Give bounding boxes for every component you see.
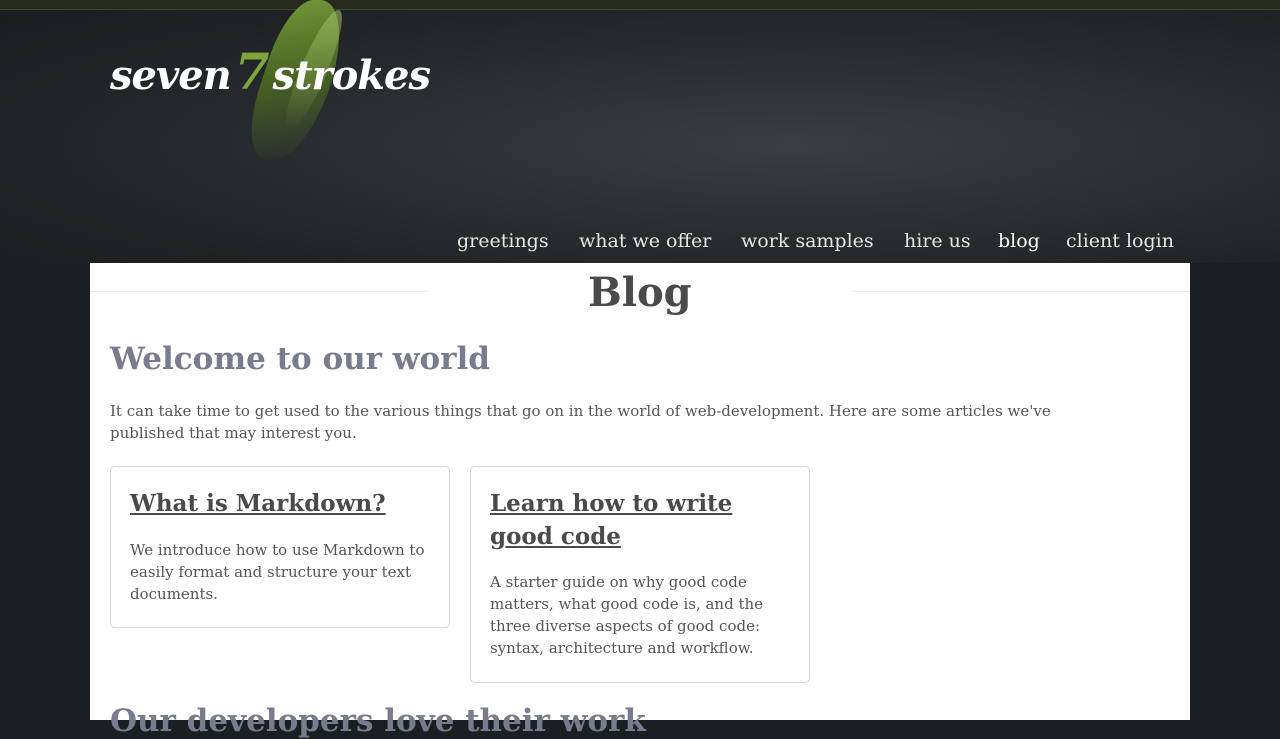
article-title-link[interactable]: What is Markdown? <box>130 487 386 520</box>
page-title: Blog <box>588 269 692 316</box>
nav-item-what-we-offer[interactable]: what we offer <box>579 226 711 256</box>
article-summary: A starter guide on why good code matters… <box>490 573 764 657</box>
logo-word-seven: seven <box>110 52 232 99</box>
title-rule-left <box>90 291 428 292</box>
developers-heading: Our developers love their work <box>110 703 646 739</box>
section-heading: Welcome to our world <box>110 341 490 377</box>
logo-number: 7 <box>234 42 270 101</box>
article-summary: We introduce how to use Markdown to easi… <box>130 541 425 603</box>
site-header: seven 7 strokes greetings what we offer … <box>0 0 1280 263</box>
intro-text: It can take time to get used to the vari… <box>110 402 1051 442</box>
header-banner-area[interactable] <box>372 24 1131 194</box>
nav-item-work-samples[interactable]: work samples <box>741 226 874 256</box>
nav-item-hire-us[interactable]: hire us <box>904 226 971 256</box>
article-card-markdown[interactable]: What is Markdown? We introduce how to us… <box>110 466 450 628</box>
main-content: Blog Welcome to our world It can take ti… <box>90 263 1190 739</box>
article-title-link[interactable]: Learn how to write good code <box>490 487 770 553</box>
nav-item-greetings[interactable]: greetings <box>457 226 549 256</box>
title-rule-right <box>852 291 1190 292</box>
top-bar <box>0 0 1280 10</box>
nav-item-blog[interactable]: blog <box>998 226 1040 256</box>
main-nav: greetings what we offer work samples hir… <box>0 226 1280 258</box>
nav-item-client-login[interactable]: client login <box>1066 226 1174 256</box>
article-card-good-code[interactable]: Learn how to write good code A starter g… <box>470 466 810 683</box>
